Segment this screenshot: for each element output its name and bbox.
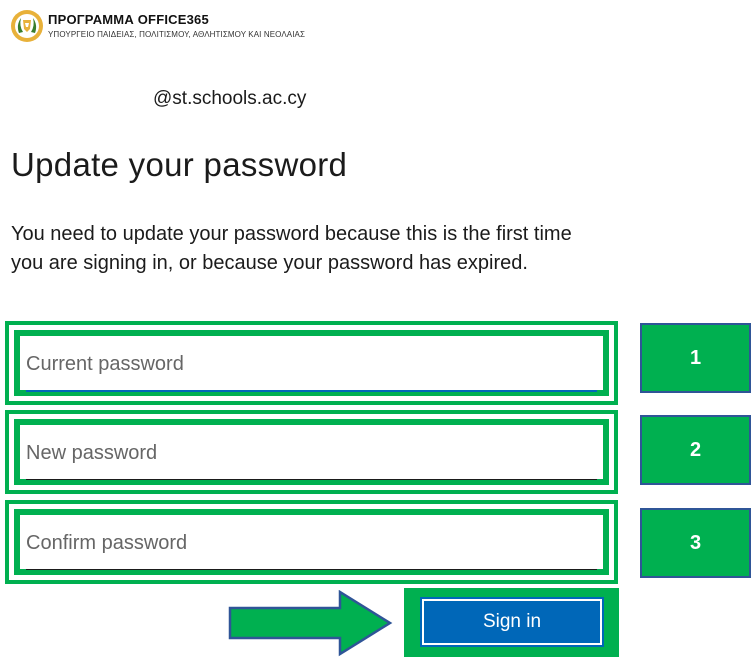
brand-logo: ΠΡΟΓΡΑΜΜΑ OFFICE365 ΥΠΟΥΡΓΕΙΟ ΠΑΙΔΕΙΑΣ, … — [10, 6, 430, 46]
current-password-underline — [26, 390, 597, 392]
page-title: Update your password — [11, 146, 348, 183]
new-password-underline — [26, 479, 597, 480]
current-password-highlight — [5, 321, 618, 405]
step-badge-2: 2 — [640, 415, 751, 485]
current-password-input[interactable] — [26, 344, 604, 384]
sign-in-button[interactable]: Sign in — [420, 597, 604, 647]
step-badge-1: 1 — [640, 323, 751, 393]
confirm-password-input[interactable] — [26, 523, 604, 563]
new-password-field-box — [14, 419, 609, 485]
brand-subtitle: ΥΠΟΥΡΓΕΙΟ ΠΑΙΔΕΙΑΣ, ΠΟΛΙΤΙΣΜΟΥ, ΑΘΛΗΤΙΣΜ… — [48, 30, 306, 39]
confirm-password-field-box — [14, 509, 609, 575]
page-description: You need to update your password because… — [11, 223, 572, 274]
current-password-field-box — [14, 330, 609, 396]
cyprus-emblem-icon — [11, 10, 43, 42]
confirm-password-highlight — [5, 500, 618, 584]
step-badge-3: 3 — [640, 508, 751, 578]
brand-title: ΠΡΟΓΡΑΜΜΑ OFFICE365 — [48, 12, 209, 27]
new-password-input[interactable] — [26, 433, 604, 473]
confirm-password-underline — [26, 569, 597, 570]
sign-in-highlight: Sign in — [404, 588, 619, 657]
right-arrow-icon — [228, 590, 393, 657]
account-identifier: @st.schools.ac.cy — [153, 88, 307, 109]
new-password-highlight — [5, 410, 618, 494]
